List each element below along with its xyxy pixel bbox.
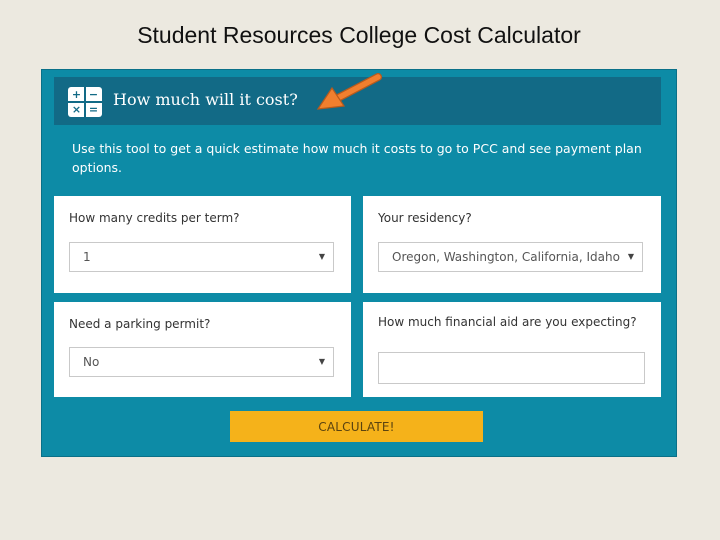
equals-symbol: =: [88, 103, 99, 116]
credits-select[interactable]: 1 ▼: [69, 242, 334, 272]
residency-card: Your residency? Oregon, Washington, Cali…: [363, 196, 661, 293]
intro-text: Use this tool to get a quick estimate ho…: [72, 141, 642, 175]
parking-label: Need a parking permit?: [69, 317, 211, 331]
slide-title: Student Resources College Cost Calculato…: [137, 22, 581, 48]
icon-divider: [84, 87, 86, 117]
calculator-panel: + − × = How much will it cost? Use this …: [41, 69, 677, 457]
chevron-down-icon: ▼: [318, 357, 325, 366]
residency-value: Oregon, Washington, California, Idaho: [392, 250, 620, 264]
parking-select[interactable]: No ▼: [69, 347, 334, 377]
parking-value: No: [83, 355, 100, 369]
financial-aid-input[interactable]: [378, 352, 645, 384]
calculate-button[interactable]: CALCULATE!: [230, 411, 483, 442]
plus-symbol: +: [71, 88, 82, 101]
chevron-down-icon: ▼: [318, 252, 325, 261]
orange-arrow-icon: [316, 73, 382, 110]
credits-card: How many credits per term? 1 ▼: [54, 196, 351, 293]
financial-aid-card: How much financial aid are you expecting…: [363, 302, 661, 397]
chevron-down-icon: ▼: [625, 243, 634, 271]
credits-label: How many credits per term?: [69, 211, 240, 225]
parking-card: Need a parking permit? No ▼: [54, 302, 351, 397]
residency-select[interactable]: Oregon, Washington, California, Idaho ▼: [378, 242, 643, 272]
credits-value: 1: [83, 250, 91, 264]
minus-symbol: −: [88, 88, 99, 101]
times-symbol: ×: [71, 103, 82, 116]
calculator-header: + − × = How much will it cost?: [54, 73, 661, 125]
financial-aid-label: How much financial aid are you expecting…: [378, 315, 637, 329]
calculator-icon: + − × =: [68, 87, 102, 117]
residency-label: Your residency?: [378, 211, 472, 225]
calculator-title: How much will it cost?: [113, 90, 298, 109]
